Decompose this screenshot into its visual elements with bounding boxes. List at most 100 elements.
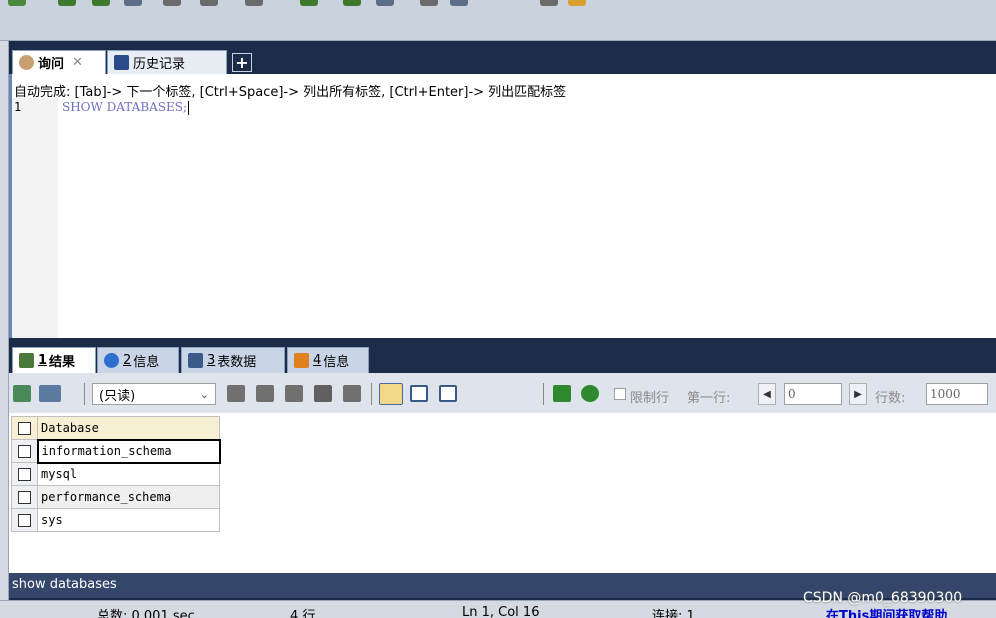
select-all-checkbox[interactable] [18,422,31,435]
delete-icon[interactable] [314,385,332,402]
add-tab-button[interactable]: + [232,53,252,72]
toolbar-separator [543,383,544,405]
table-row[interactable]: mysql [11,462,220,486]
readonly-select-value: (只读) [99,388,136,404]
toolbar-icon-9[interactable] [343,0,361,6]
tab-info[interactable]: 4 信息 [287,347,369,373]
toolbar-icon-5[interactable] [163,0,181,6]
export-icon[interactable] [39,385,61,402]
tab-messages-label: 信息 [133,355,160,370]
text-mode-icon[interactable] [439,385,457,402]
code-line[interactable]: SHOW DATABASES; [62,100,190,115]
column-header-database[interactable]: Database [37,416,220,440]
row-count-label: 行数: [875,391,906,406]
prev-page-button[interactable]: ◀ [758,383,776,405]
code-text: SHOW DATABASES; [62,100,188,114]
table-row[interactable]: sys [11,508,220,532]
query-panel: 询问 ✕ 历史记录 + 自动完成: [Tab]-> 下一个标签, [Ctrl+S… [9,41,996,600]
toolbar-icon-3[interactable] [92,0,110,6]
row-checkbox-cell[interactable] [11,485,38,509]
grid-view-icon[interactable] [13,385,31,402]
close-icon[interactable]: ✕ [72,55,83,70]
line-number: 1 [14,100,22,114]
header-checkbox-cell[interactable] [11,416,38,440]
table-cell[interactable]: mysql [37,462,220,486]
table-icon [188,353,203,368]
autocomplete-hint: 自动完成: [Tab]-> 下一个标签, [Ctrl+Space]-> 列出所有… [14,85,567,100]
refresh-icon[interactable] [581,385,599,402]
table-cell[interactable]: sys [37,508,220,532]
table-cell[interactable]: performance_schema [37,485,220,509]
toolbar-separator [84,383,85,405]
tab-info-number: 4 [313,353,322,368]
tab-table-data-label: 表数据 [217,355,257,370]
row-checkbox[interactable] [18,514,31,527]
duplicate-row-icon[interactable] [256,385,274,402]
result-toolbar: (只读) ⌄ 限制行 第一行: ◀ 0 ▶ 行数: 1000 [9,373,996,413]
toolbar-icon-14[interactable] [568,0,586,6]
table-row[interactable]: information_schema [11,438,221,464]
tab-table-data-number: 3 [207,353,216,368]
toolbar-icon-6[interactable] [200,0,218,6]
toolbar-icon-13[interactable] [540,0,558,6]
limit-rows-label: 限制行 [630,391,670,406]
first-row-label: 第一行: [687,391,731,406]
result-area: Database information_schema mysql perfor… [9,413,996,573]
status-help-link[interactable]: 在This期间获取帮助 [826,605,947,618]
tab-results[interactable]: 1 结果 [12,347,96,373]
toolbar-icon-4[interactable] [124,0,142,6]
toolbar-icon-11[interactable] [420,0,438,6]
table-row[interactable]: performance_schema [11,485,220,509]
row-checkbox-cell[interactable] [11,462,38,486]
discard-icon[interactable] [343,385,361,402]
result-grid: Database information_schema mysql perfor… [11,416,221,532]
tab-history-label: 历史记录 [133,57,186,72]
form-mode-icon[interactable] [410,385,428,402]
row-checkbox-cell[interactable] [11,508,38,532]
tab-query[interactable]: 询问 ✕ [12,50,106,74]
filter-icon[interactable] [553,385,571,402]
grid-mode-icon[interactable] [379,383,403,405]
limit-rows-checkbox[interactable] [614,388,626,400]
tab-results-number: 1 [38,353,48,368]
toolbar-icon-7[interactable] [245,0,263,6]
status-row-count: 4 行 [290,609,316,618]
insert-row-icon[interactable] [227,385,245,402]
row-checkbox[interactable] [17,445,31,458]
line-number-gutter [12,98,58,338]
row-checkbox-cell[interactable] [11,439,38,463]
table-cell[interactable]: information_schema [36,438,221,464]
info-chart-icon [294,353,309,368]
next-page-button[interactable]: ▶ [849,383,867,405]
left-side-strip [0,41,9,618]
status-total-time: 总数: 0.001 sec [97,609,195,618]
grid-icon [19,353,34,368]
watermark: CSDN @m0_68390300 [803,590,963,606]
tab-results-label: 结果 [49,355,76,370]
status-cursor-position: Ln 1, Col 16 [462,605,540,618]
main-toolbar [0,0,996,41]
text-caret [188,100,190,115]
toolbar-separator [371,383,372,405]
tab-query-label: 询问 [38,57,65,72]
row-checkbox[interactable] [18,491,31,504]
toolbar-icon-8[interactable] [300,0,318,6]
toolbar-icon-2[interactable] [58,0,76,6]
tab-history[interactable]: 历史记录 [107,50,227,74]
plus-icon: + [235,53,249,72]
first-row-input[interactable]: 0 [784,383,842,405]
tab-messages-number: 2 [123,353,132,368]
result-tab-bar: 1 结果 2 信息 3 表数据 4 信息 [9,346,996,373]
toolbar-icon-1[interactable] [8,0,26,6]
row-count-input[interactable]: 1000 [926,383,988,405]
sql-editor[interactable]: 自动完成: [Tab]-> 下一个标签, [Ctrl+Space]-> 列出所有… [9,74,996,338]
calendar-icon [114,55,129,70]
toolbar-icon-12[interactable] [450,0,468,6]
save-icon[interactable] [285,385,303,402]
tab-table-data[interactable]: 3 表数据 [181,347,285,373]
tab-messages[interactable]: 2 信息 [97,347,179,373]
readonly-select[interactable]: (只读) ⌄ [92,383,216,405]
row-checkbox[interactable] [18,468,31,481]
toolbar-icon-10[interactable] [376,0,394,6]
table-header-row: Database [11,416,220,440]
